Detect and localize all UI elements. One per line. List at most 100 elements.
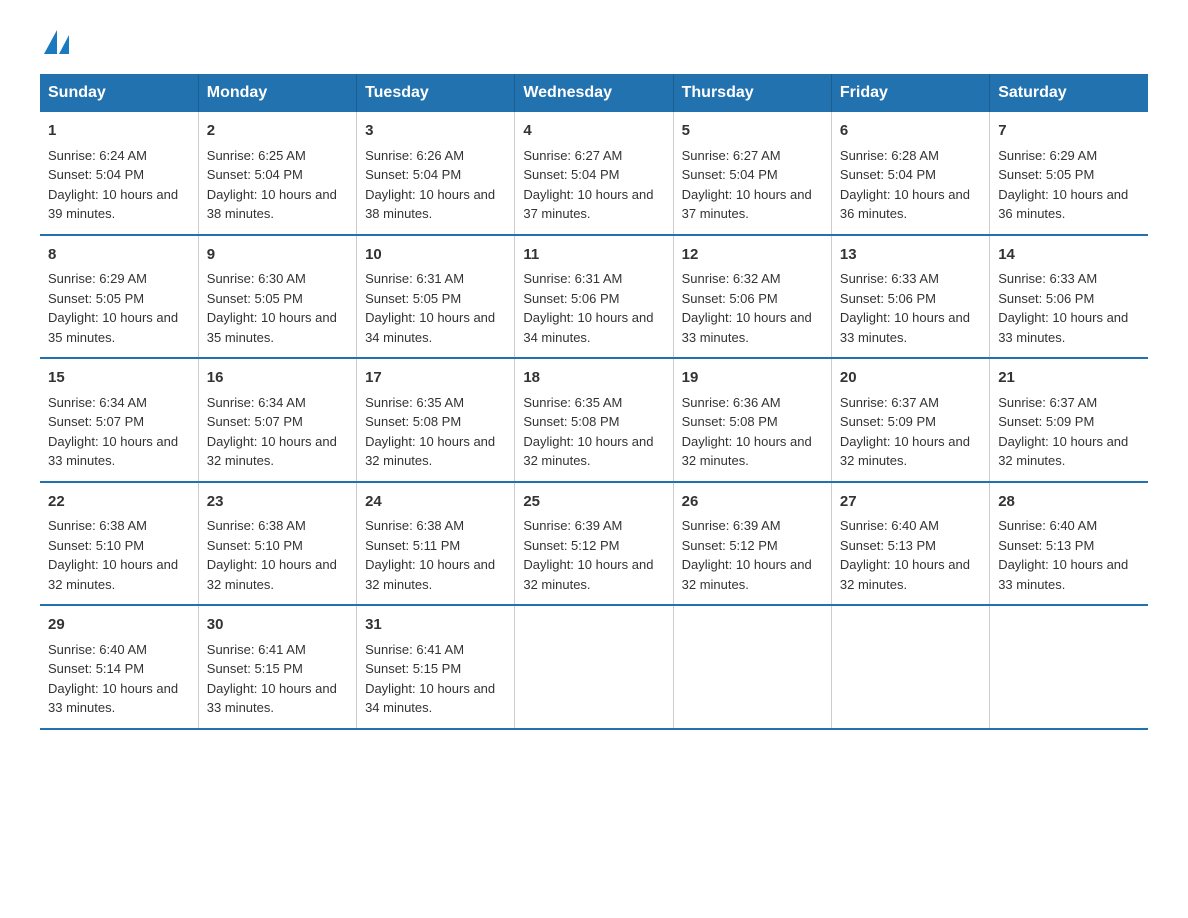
day-sunset: Sunset: 5:08 PM bbox=[523, 414, 619, 429]
day-cell: 2 Sunrise: 6:25 AM Sunset: 5:04 PM Dayli… bbox=[198, 112, 356, 235]
day-sunrise: Sunrise: 6:38 AM bbox=[365, 518, 464, 533]
column-header-saturday: Saturday bbox=[990, 74, 1148, 112]
day-sunrise: Sunrise: 6:26 AM bbox=[365, 148, 464, 163]
column-header-tuesday: Tuesday bbox=[357, 74, 515, 112]
day-daylight: Daylight: 10 hours and 34 minutes. bbox=[365, 310, 495, 345]
day-sunrise: Sunrise: 6:27 AM bbox=[682, 148, 781, 163]
day-sunrise: Sunrise: 6:31 AM bbox=[523, 271, 622, 286]
day-daylight: Daylight: 10 hours and 32 minutes. bbox=[365, 434, 495, 469]
week-row-5: 29 Sunrise: 6:40 AM Sunset: 5:14 PM Dayl… bbox=[40, 605, 1148, 729]
day-number: 4 bbox=[523, 120, 664, 143]
day-cell: 14 Sunrise: 6:33 AM Sunset: 5:06 PM Dayl… bbox=[990, 235, 1148, 359]
day-daylight: Daylight: 10 hours and 37 minutes. bbox=[523, 187, 653, 222]
day-sunrise: Sunrise: 6:40 AM bbox=[840, 518, 939, 533]
calendar-table: SundayMondayTuesdayWednesdayThursdayFrid… bbox=[40, 74, 1148, 730]
day-number: 24 bbox=[365, 491, 506, 514]
week-row-3: 15 Sunrise: 6:34 AM Sunset: 5:07 PM Dayl… bbox=[40, 358, 1148, 482]
day-cell: 31 Sunrise: 6:41 AM Sunset: 5:15 PM Dayl… bbox=[357, 605, 515, 729]
day-number: 6 bbox=[840, 120, 981, 143]
day-daylight: Daylight: 10 hours and 32 minutes. bbox=[840, 434, 970, 469]
day-cell: 1 Sunrise: 6:24 AM Sunset: 5:04 PM Dayli… bbox=[40, 112, 198, 235]
day-sunrise: Sunrise: 6:27 AM bbox=[523, 148, 622, 163]
day-number: 27 bbox=[840, 491, 981, 514]
day-number: 7 bbox=[998, 120, 1140, 143]
day-sunset: Sunset: 5:09 PM bbox=[998, 414, 1094, 429]
day-daylight: Daylight: 10 hours and 39 minutes. bbox=[48, 187, 178, 222]
day-sunrise: Sunrise: 6:30 AM bbox=[207, 271, 306, 286]
day-number: 14 bbox=[998, 244, 1140, 267]
day-number: 5 bbox=[682, 120, 823, 143]
day-number: 30 bbox=[207, 614, 348, 637]
day-cell: 21 Sunrise: 6:37 AM Sunset: 5:09 PM Dayl… bbox=[990, 358, 1148, 482]
day-cell: 10 Sunrise: 6:31 AM Sunset: 5:05 PM Dayl… bbox=[357, 235, 515, 359]
day-cell: 19 Sunrise: 6:36 AM Sunset: 5:08 PM Dayl… bbox=[673, 358, 831, 482]
day-cell: 11 Sunrise: 6:31 AM Sunset: 5:06 PM Dayl… bbox=[515, 235, 673, 359]
day-sunset: Sunset: 5:14 PM bbox=[48, 661, 144, 676]
day-number: 26 bbox=[682, 491, 823, 514]
day-sunset: Sunset: 5:05 PM bbox=[998, 167, 1094, 182]
day-sunset: Sunset: 5:06 PM bbox=[523, 291, 619, 306]
day-sunrise: Sunrise: 6:41 AM bbox=[365, 642, 464, 657]
day-sunset: Sunset: 5:05 PM bbox=[365, 291, 461, 306]
day-number: 8 bbox=[48, 244, 190, 267]
day-number: 16 bbox=[207, 367, 348, 390]
day-sunrise: Sunrise: 6:41 AM bbox=[207, 642, 306, 657]
day-cell: 18 Sunrise: 6:35 AM Sunset: 5:08 PM Dayl… bbox=[515, 358, 673, 482]
day-number: 19 bbox=[682, 367, 823, 390]
day-sunset: Sunset: 5:07 PM bbox=[207, 414, 303, 429]
day-sunset: Sunset: 5:09 PM bbox=[840, 414, 936, 429]
day-number: 22 bbox=[48, 491, 190, 514]
day-cell: 25 Sunrise: 6:39 AM Sunset: 5:12 PM Dayl… bbox=[515, 482, 673, 606]
day-sunset: Sunset: 5:06 PM bbox=[998, 291, 1094, 306]
day-cell: 12 Sunrise: 6:32 AM Sunset: 5:06 PM Dayl… bbox=[673, 235, 831, 359]
day-sunset: Sunset: 5:04 PM bbox=[207, 167, 303, 182]
day-daylight: Daylight: 10 hours and 32 minutes. bbox=[998, 434, 1128, 469]
day-cell: 8 Sunrise: 6:29 AM Sunset: 5:05 PM Dayli… bbox=[40, 235, 198, 359]
day-sunset: Sunset: 5:07 PM bbox=[48, 414, 144, 429]
day-number: 15 bbox=[48, 367, 190, 390]
day-daylight: Daylight: 10 hours and 38 minutes. bbox=[365, 187, 495, 222]
day-sunset: Sunset: 5:11 PM bbox=[365, 538, 460, 553]
day-sunrise: Sunrise: 6:35 AM bbox=[365, 395, 464, 410]
page-header bbox=[40, 30, 1148, 54]
day-number: 28 bbox=[998, 491, 1140, 514]
day-cell: 13 Sunrise: 6:33 AM Sunset: 5:06 PM Dayl… bbox=[831, 235, 989, 359]
column-header-friday: Friday bbox=[831, 74, 989, 112]
week-row-1: 1 Sunrise: 6:24 AM Sunset: 5:04 PM Dayli… bbox=[40, 112, 1148, 235]
day-sunrise: Sunrise: 6:34 AM bbox=[207, 395, 306, 410]
day-sunset: Sunset: 5:12 PM bbox=[523, 538, 619, 553]
day-cell: 9 Sunrise: 6:30 AM Sunset: 5:05 PM Dayli… bbox=[198, 235, 356, 359]
day-daylight: Daylight: 10 hours and 33 minutes. bbox=[998, 310, 1128, 345]
day-cell: 20 Sunrise: 6:37 AM Sunset: 5:09 PM Dayl… bbox=[831, 358, 989, 482]
day-cell: 30 Sunrise: 6:41 AM Sunset: 5:15 PM Dayl… bbox=[198, 605, 356, 729]
day-number: 25 bbox=[523, 491, 664, 514]
day-sunset: Sunset: 5:10 PM bbox=[48, 538, 144, 553]
day-number: 10 bbox=[365, 244, 506, 267]
day-number: 20 bbox=[840, 367, 981, 390]
day-cell bbox=[831, 605, 989, 729]
day-cell: 27 Sunrise: 6:40 AM Sunset: 5:13 PM Dayl… bbox=[831, 482, 989, 606]
day-sunset: Sunset: 5:15 PM bbox=[207, 661, 303, 676]
day-sunrise: Sunrise: 6:35 AM bbox=[523, 395, 622, 410]
day-sunrise: Sunrise: 6:32 AM bbox=[682, 271, 781, 286]
day-daylight: Daylight: 10 hours and 34 minutes. bbox=[523, 310, 653, 345]
day-cell: 4 Sunrise: 6:27 AM Sunset: 5:04 PM Dayli… bbox=[515, 112, 673, 235]
day-cell: 3 Sunrise: 6:26 AM Sunset: 5:04 PM Dayli… bbox=[357, 112, 515, 235]
day-cell: 16 Sunrise: 6:34 AM Sunset: 5:07 PM Dayl… bbox=[198, 358, 356, 482]
day-sunset: Sunset: 5:04 PM bbox=[365, 167, 461, 182]
day-sunset: Sunset: 5:08 PM bbox=[365, 414, 461, 429]
day-cell: 29 Sunrise: 6:40 AM Sunset: 5:14 PM Dayl… bbox=[40, 605, 198, 729]
day-sunrise: Sunrise: 6:33 AM bbox=[840, 271, 939, 286]
day-cell bbox=[515, 605, 673, 729]
column-header-sunday: Sunday bbox=[40, 74, 198, 112]
day-sunset: Sunset: 5:04 PM bbox=[682, 167, 778, 182]
day-sunset: Sunset: 5:04 PM bbox=[840, 167, 936, 182]
day-daylight: Daylight: 10 hours and 32 minutes. bbox=[523, 434, 653, 469]
day-sunrise: Sunrise: 6:38 AM bbox=[48, 518, 147, 533]
day-daylight: Daylight: 10 hours and 38 minutes. bbox=[207, 187, 337, 222]
day-sunrise: Sunrise: 6:36 AM bbox=[682, 395, 781, 410]
day-sunset: Sunset: 5:15 PM bbox=[365, 661, 461, 676]
day-daylight: Daylight: 10 hours and 36 minutes. bbox=[840, 187, 970, 222]
column-header-wednesday: Wednesday bbox=[515, 74, 673, 112]
day-daylight: Daylight: 10 hours and 33 minutes. bbox=[998, 557, 1128, 592]
